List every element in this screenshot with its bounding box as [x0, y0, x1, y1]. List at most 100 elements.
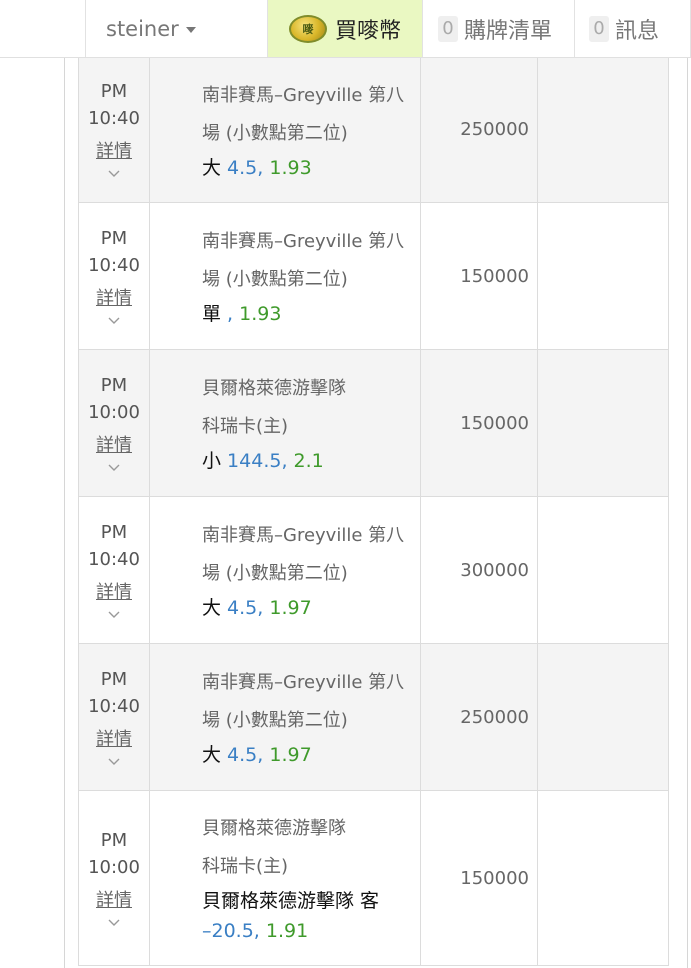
stake-amount: 300000: [460, 559, 529, 581]
event-name: 貝爾格萊德游擊隊: [202, 378, 346, 399]
details-link[interactable]: 詳情: [96, 726, 132, 753]
time-label: 10:40: [88, 548, 140, 570]
handicap-value: 4.5,: [221, 597, 264, 619]
bet-selection: 貝爾格萊德游擊隊 客 –20.5, 1.91: [202, 886, 410, 946]
bet-selection: 大 4.5, 1.97: [202, 740, 410, 770]
tab-messages[interactable]: 0 訊息: [589, 0, 659, 57]
chevron-down-icon[interactable]: [107, 167, 121, 181]
table-row: PM 10:40 詳情 南非賽馬–Greyville 第八 場 (小數點第二位)…: [78, 644, 669, 791]
details-link[interactable]: 詳情: [96, 432, 132, 459]
table-row: PM 10:40 詳情 南非賽馬–Greyville 第八 場 (小數點第二位)…: [78, 497, 669, 644]
chevron-down-icon[interactable]: [107, 314, 121, 328]
time-cell: PM 10:40 詳情: [79, 497, 150, 643]
handicap-value: 4.5,: [221, 156, 264, 179]
amount-cell: 150000: [421, 791, 538, 965]
amount-cell: 300000: [421, 497, 538, 643]
time-label: 10:00: [88, 856, 140, 878]
handicap-value: –20.5,: [202, 920, 260, 942]
event-cell: 南非賽馬–Greyville 第八 場 (小數點第二位) 大 4.5, 1.97: [150, 644, 421, 790]
nav-divider: [422, 0, 423, 57]
details-link[interactable]: 詳情: [96, 887, 132, 914]
event-name: 南非賽馬–Greyville 第八: [202, 525, 405, 546]
details-link[interactable]: 詳情: [96, 285, 132, 312]
bet-selection: 單 , 1.93: [202, 299, 410, 329]
bet-history-table: PM 10:40 詳情 南非賽馬–Greyville 第八 場 (小數點第二位)…: [78, 57, 669, 966]
time-label: 10:40: [88, 695, 140, 717]
time-cell: PM 10:40 詳情: [79, 644, 150, 790]
selection-label: 大: [202, 597, 222, 619]
odds-value: 1.93: [263, 156, 312, 179]
odds-value: 1.91: [259, 920, 309, 942]
chevron-down-icon[interactable]: [107, 461, 121, 475]
handicap-value: 144.5,: [221, 450, 288, 472]
ampm-label: PM: [100, 374, 128, 396]
event-subtitle: 場 (小數點第二位): [202, 563, 348, 584]
ampm-label: PM: [100, 668, 128, 690]
odds-value: 2.1: [287, 450, 324, 472]
event-cell: 南非賽馬–Greyville 第八 場 (小數點第二位) 大 4.5, 1.93: [150, 57, 421, 202]
odds-value: 1.97: [263, 597, 312, 619]
tab-messages-label: 訊息: [615, 18, 660, 44]
selection-label: 大: [202, 744, 222, 766]
status-cell: [538, 57, 668, 202]
event-cell: 貝爾格萊德游擊隊 科瑞卡(主) 小 144.5, 2.1: [150, 350, 421, 496]
bet-selection: 小 144.5, 2.1: [202, 446, 410, 476]
details-link[interactable]: 詳情: [96, 138, 132, 165]
details-link[interactable]: 詳情: [96, 579, 132, 606]
tab-bet-slip[interactable]: 0 購牌清單: [438, 0, 552, 57]
event-cell: 南非賽馬–Greyville 第八 場 (小數點第二位) 大 4.5, 1.97: [150, 497, 421, 643]
buy-coin-label: 買嘜幣: [334, 18, 401, 44]
coin-icon: 嘜: [288, 14, 327, 43]
status-cell: [538, 203, 668, 349]
ampm-label: PM: [100, 521, 128, 543]
handicap-value: ,: [221, 303, 234, 325]
nav-divider: [574, 0, 575, 57]
status-cell: [538, 644, 668, 790]
user-menu-dropdown[interactable]: steiner: [86, 0, 268, 57]
ampm-label: PM: [100, 829, 128, 851]
event-subtitle: 科瑞卡(主): [202, 416, 289, 437]
chevron-down-icon[interactable]: [107, 916, 121, 930]
time-cell: PM 10:40 詳情: [79, 203, 150, 349]
table-row: PM 10:00 詳情 貝爾格萊德游擊隊 科瑞卡(主) 小 144.5, 2.1…: [78, 350, 669, 497]
time-cell: PM 10:40 詳情: [79, 57, 150, 202]
selection-label: 貝爾格萊德游擊隊 客: [202, 890, 380, 912]
event-subtitle: 場 (小數點第二位): [202, 710, 348, 731]
event-subtitle: 場 (小數點第二位): [202, 122, 348, 144]
stake-amount: 250000: [460, 119, 529, 140]
event-cell: 貝爾格萊德游擊隊 科瑞卡(主) 貝爾格萊德游擊隊 客 –20.5, 1.91: [150, 791, 421, 965]
status-cell: [538, 350, 668, 496]
amount-cell: 150000: [421, 203, 538, 349]
buy-coin-button[interactable]: 嘜 買嘜幣: [268, 0, 422, 57]
time-label: 10:40: [88, 254, 140, 276]
content-left-border: [64, 58, 65, 968]
amount-cell: 250000: [421, 644, 538, 790]
stake-amount: 250000: [460, 706, 529, 728]
event-name: 貝爾格萊德游擊隊: [202, 818, 346, 839]
event-cell: 南非賽馬–Greyville 第八 場 (小數點第二位) 單 , 1.93: [150, 203, 421, 349]
ampm-label: PM: [100, 227, 128, 249]
table-row: PM 10:40 詳情 南非賽馬–Greyville 第八 場 (小數點第二位)…: [78, 203, 669, 350]
time-cell: PM 10:00 詳情: [79, 791, 150, 965]
selection-label: 大: [202, 156, 222, 179]
chevron-down-icon[interactable]: [107, 608, 121, 622]
amount-cell: 250000: [421, 57, 538, 202]
event-subtitle: 科瑞卡(主): [202, 856, 289, 877]
event-name: 南非賽馬–Greyville 第八: [202, 231, 405, 252]
stake-amount: 150000: [460, 412, 529, 434]
top-nav-bar: steiner 嘜 買嘜幣 0 購牌清單 0 訊息: [0, 0, 691, 58]
event-name: 南非賽馬–Greyville 第八: [202, 84, 405, 106]
tab-bet-slip-label: 購牌清單: [464, 18, 553, 44]
time-cell: PM 10:00 詳情: [79, 350, 150, 496]
status-cell: [538, 791, 668, 965]
chevron-down-icon[interactable]: [107, 755, 121, 769]
stake-amount: 150000: [460, 265, 529, 287]
event-name: 南非賽馬–Greyville 第八: [202, 672, 405, 693]
time-label: 10:00: [88, 401, 140, 423]
table-row: PM 10:40 詳情 南非賽馬–Greyville 第八 場 (小數點第二位)…: [78, 57, 669, 203]
username-label: steiner: [106, 16, 179, 41]
ampm-label: PM: [100, 81, 128, 102]
messages-count-badge: 0: [589, 15, 609, 42]
amount-cell: 150000: [421, 350, 538, 496]
event-subtitle: 場 (小數點第二位): [202, 269, 348, 290]
